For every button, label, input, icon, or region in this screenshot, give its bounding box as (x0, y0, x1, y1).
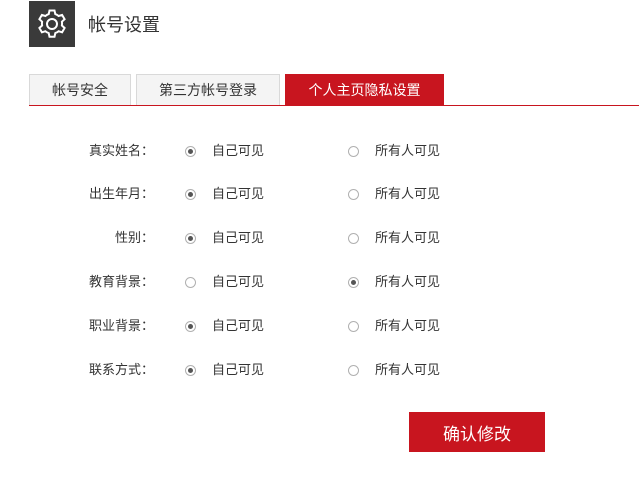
settings-tabs: 帐号安全 第三方帐号登录 个人主页隐私设置 (29, 74, 449, 105)
confirm-button[interactable]: 确认修改 (409, 412, 545, 452)
tab-third-party-login[interactable]: 第三方帐号登录 (136, 74, 280, 105)
radio-everyone[interactable] (348, 233, 359, 244)
privacy-row-birth-date: 出生年月： 自己可见 所有人可见 (0, 184, 639, 206)
option-label-self: 自己可见 (212, 319, 265, 334)
radio-self[interactable] (185, 146, 196, 157)
privacy-row-education: 教育背景： 自己可见 所有人可见 (0, 272, 639, 294)
radio-self[interactable] (185, 233, 196, 244)
option-label-self: 自己可见 (212, 144, 265, 159)
radio-everyone[interactable] (348, 321, 359, 332)
option-label-everyone: 所有人可见 (375, 319, 441, 334)
radio-everyone[interactable] (348, 146, 359, 157)
option-label-self: 自己可见 (212, 275, 265, 290)
tab-underline (29, 105, 639, 106)
row-label: 教育背景： (88, 275, 154, 290)
row-label: 性别： (114, 231, 154, 246)
radio-everyone[interactable] (348, 189, 359, 200)
option-label-everyone: 所有人可见 (375, 275, 441, 290)
option-label-self: 自己可见 (212, 363, 265, 378)
page-title: 帐号设置 (88, 15, 160, 36)
radio-self[interactable] (185, 321, 196, 332)
page-header: 帐号设置 (29, 0, 160, 48)
row-label: 真实姓名： (88, 144, 154, 159)
option-label-everyone: 所有人可见 (375, 187, 441, 202)
row-label: 联系方式： (88, 363, 154, 378)
privacy-row-gender: 性别： 自己可见 所有人可见 (0, 228, 639, 250)
privacy-row-contact: 联系方式： 自己可见 所有人可见 (0, 360, 639, 382)
privacy-row-real-name: 真实姓名： 自己可见 所有人可见 (0, 141, 639, 163)
row-label: 出生年月： (88, 187, 154, 202)
option-label-self: 自己可见 (212, 187, 265, 202)
option-label-everyone: 所有人可见 (375, 144, 441, 159)
option-label-self: 自己可见 (212, 231, 265, 246)
radio-everyone[interactable] (348, 365, 359, 376)
tab-homepage-privacy[interactable]: 个人主页隐私设置 (285, 74, 444, 105)
gear-icon (29, 1, 75, 47)
radio-self[interactable] (185, 189, 196, 200)
privacy-row-career: 职业背景： 自己可见 所有人可见 (0, 316, 639, 338)
row-label: 职业背景： (88, 319, 154, 334)
radio-self[interactable] (185, 365, 196, 376)
radio-everyone[interactable] (348, 277, 359, 288)
radio-self[interactable] (185, 277, 196, 288)
tab-account-security[interactable]: 帐号安全 (29, 74, 131, 105)
option-label-everyone: 所有人可见 (375, 231, 441, 246)
option-label-everyone: 所有人可见 (375, 363, 441, 378)
